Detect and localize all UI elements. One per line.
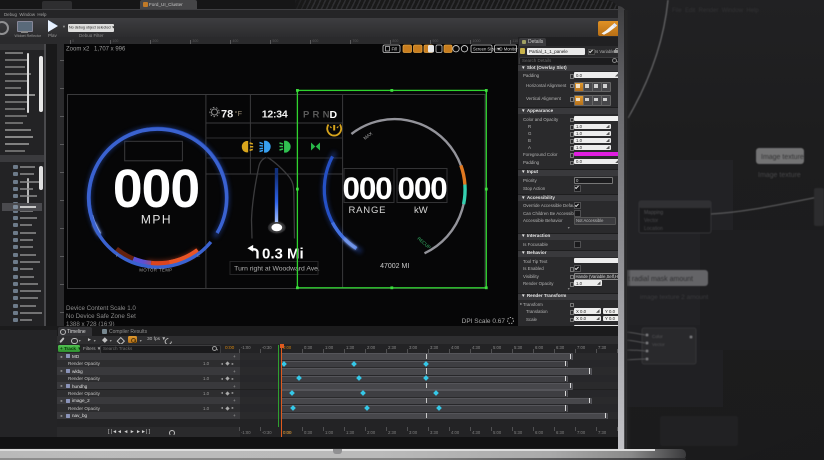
svg-text:000: 000: [343, 170, 393, 206]
svg-text:Device Content Scale 1.0: Device Content Scale 1.0: [66, 305, 136, 312]
svg-text:No Device Safe Zone Set: No Device Safe Zone Set: [66, 313, 136, 320]
svg-text:Zoom x2: Zoom x2: [66, 47, 90, 53]
svg-text:000: 000: [398, 170, 448, 206]
svg-text:°F: °F: [235, 109, 243, 118]
svg-text:image texture 2 amount: image texture 2 amount: [640, 294, 708, 301]
svg-text:47002 MI: 47002 MI: [380, 263, 409, 270]
svg-text:1,707 x 996: 1,707 x 996: [94, 47, 126, 53]
svg-text:DPI Scale 0.67: DPI Scale 0.67: [462, 318, 506, 325]
svg-text:D: D: [330, 109, 338, 121]
svg-text:MOTOR TEMP: MOTOR TEMP: [139, 268, 172, 273]
svg-text:Fill: Fill: [392, 47, 398, 52]
svg-text:Image texture: Image texture: [758, 172, 801, 179]
svg-text:Color: Color: [652, 334, 663, 339]
svg-text:C: C: [197, 253, 200, 258]
svg-text:MAX: MAX: [363, 131, 374, 141]
svg-text:Vector: Vector: [644, 218, 659, 224]
svg-text:RECUP: RECUP: [416, 236, 431, 250]
svg-text:MPH: MPH: [141, 213, 172, 227]
svg-text:Vector: Vector: [652, 342, 665, 347]
svg-text:HD Monitor ▼: HD Monitor ▼: [497, 47, 519, 52]
svg-text:12:34: 12:34: [262, 109, 288, 121]
svg-text:Image texture: Image texture: [761, 154, 804, 161]
svg-text:PRN: PRN: [303, 110, 333, 121]
svg-text:RANGE: RANGE: [349, 205, 387, 216]
svg-text:Turn right at Woodward Ave.: Turn right at Woodward Ave.: [234, 265, 320, 272]
svg-text:78: 78: [221, 109, 233, 121]
svg-text:File Edit Render Window He: File Edit Render Window Help: [672, 8, 759, 14]
svg-text:t radial mask amount: t radial mask amount: [628, 276, 693, 283]
svg-text:Mapping: Mapping: [644, 210, 663, 216]
svg-text:000: 000: [113, 160, 199, 219]
svg-text:kW: kW: [414, 205, 428, 216]
svg-text:Location: Location: [644, 226, 663, 232]
